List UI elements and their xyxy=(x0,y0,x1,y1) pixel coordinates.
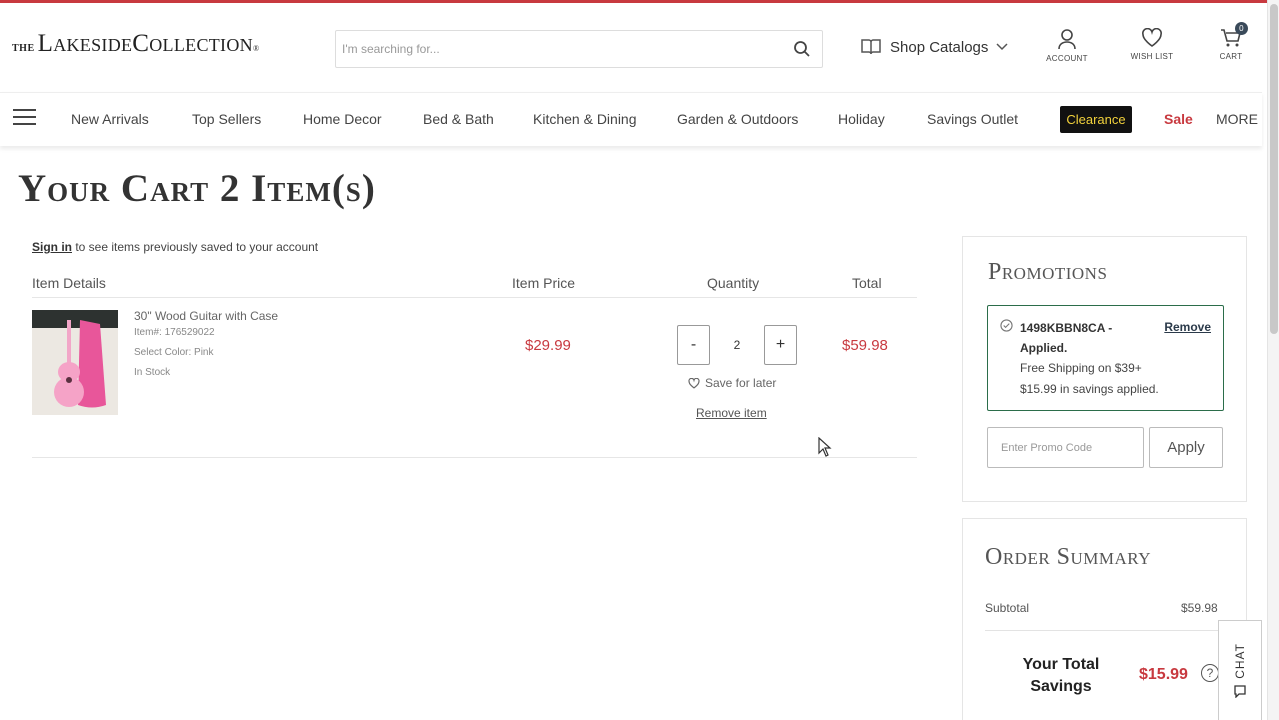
remove-item-link[interactable]: Remove item xyxy=(696,406,767,420)
search-bar xyxy=(335,30,823,68)
subtotal-label: Subtotal xyxy=(985,601,1030,615)
cart-label: CART xyxy=(1219,52,1243,61)
header-quantity: Quantity xyxy=(707,275,760,291)
product-item-number: Item#: 176529022 xyxy=(134,327,215,338)
promo-code: 1498KBBN8CA - Applied. xyxy=(1020,321,1113,355)
quantity-decrease-button[interactable]: - xyxy=(677,325,710,365)
page-scrollbar[interactable] xyxy=(1267,0,1279,720)
nav-clearance[interactable]: Clearance xyxy=(1060,106,1132,133)
shop-catalogs-button[interactable]: Shop Catalogs xyxy=(860,38,1008,56)
chat-button[interactable]: CHAT xyxy=(1218,620,1262,720)
nav-more[interactable]: MORE xyxy=(1216,111,1258,127)
mouse-cursor-icon xyxy=(818,437,832,457)
nav-sale[interactable]: Sale xyxy=(1164,111,1193,127)
nav-holiday[interactable]: Holiday xyxy=(838,111,885,127)
apply-promo-button[interactable]: Apply xyxy=(1149,427,1223,468)
quantity-stepper: - 2 + xyxy=(677,325,797,365)
promo-detail-shipping: Free Shipping on $39+ xyxy=(1020,361,1142,375)
nav-new-arrivals[interactable]: New Arrivals xyxy=(71,111,149,127)
total-savings-value: $15.99 xyxy=(1139,666,1188,683)
product-image[interactable] xyxy=(32,310,118,415)
cart-button[interactable]: 0 CART xyxy=(1201,22,1261,61)
chat-bubble-icon xyxy=(1234,685,1246,699)
account-button[interactable]: ACCOUNT xyxy=(1037,28,1097,63)
check-circle-icon xyxy=(1000,319,1013,332)
total-savings-label: Your Total Savings xyxy=(1022,656,1100,695)
quantity-value[interactable]: 2 xyxy=(710,338,764,352)
site-logo[interactable]: THE LakesideCollection ® xyxy=(12,30,259,70)
top-accent-bar xyxy=(0,0,1279,3)
summary-divider xyxy=(985,630,1225,631)
user-icon xyxy=(1058,29,1076,50)
chevron-down-icon xyxy=(996,43,1008,51)
signin-text: to see items previously saved to your ac… xyxy=(72,240,319,254)
header-item-details: Item Details xyxy=(32,275,106,291)
heart-icon xyxy=(688,377,700,389)
product-name[interactable]: 30" Wood Guitar with Case xyxy=(134,309,278,323)
search-input[interactable] xyxy=(336,31,782,67)
logo-registered: ® xyxy=(252,44,260,53)
promo-remove-link[interactable]: Remove xyxy=(1164,320,1211,334)
table-divider xyxy=(32,297,917,298)
header-item-price: Item Price xyxy=(512,275,576,291)
account-label: ACCOUNT xyxy=(1046,54,1088,63)
promo-code-input[interactable] xyxy=(987,427,1144,468)
nav-bed-bath[interactable]: Bed & Bath xyxy=(423,111,494,127)
page-title: Your Cart 2 Item(s) xyxy=(18,167,376,210)
signin-prompt: Sign in to see items previously saved to… xyxy=(32,240,318,254)
nav-top-sellers[interactable]: Top Sellers xyxy=(192,111,261,127)
item-price: $29.99 xyxy=(525,337,571,354)
item-total: $59.98 xyxy=(842,337,888,354)
order-summary-title: Order Summary xyxy=(985,544,1151,570)
promo-detail-savings: $15.99 in savings applied. xyxy=(1020,382,1159,396)
logo-name: LakesideCollection xyxy=(37,30,253,57)
item-divider xyxy=(32,457,917,458)
save-for-later-button[interactable]: Save for later xyxy=(688,376,776,390)
heart-icon xyxy=(1142,28,1162,47)
cart-count-badge: 0 xyxy=(1235,22,1248,35)
nav-garden-outdoors[interactable]: Garden & Outdoors xyxy=(677,111,798,127)
help-icon[interactable]: ? xyxy=(1201,664,1219,682)
nav-savings-outlet[interactable]: Savings Outlet xyxy=(927,111,1018,127)
shop-catalogs-label: Shop Catalogs xyxy=(890,38,989,56)
hamburger-menu-icon[interactable] xyxy=(13,109,36,127)
chat-label: CHAT xyxy=(1233,642,1247,679)
scrollbar-thumb[interactable] xyxy=(1270,4,1278,334)
quantity-increase-button[interactable]: + xyxy=(764,325,797,365)
promotions-panel: Promotions 1498KBBN8CA - Applied. Free S… xyxy=(962,236,1247,502)
save-for-later-label: Save for later xyxy=(705,376,777,390)
order-summary-panel: Order Summary Subtotal $59.98 Your Total… xyxy=(962,518,1247,720)
subtotal-value: $59.98 xyxy=(1181,601,1218,615)
promotions-title: Promotions xyxy=(988,259,1108,285)
nav-home-decor[interactable]: Home Decor xyxy=(303,111,382,127)
signin-link[interactable]: Sign in xyxy=(32,240,72,254)
product-stock-status: In Stock xyxy=(134,367,171,378)
header-total: Total xyxy=(852,275,882,291)
wishlist-button[interactable]: WISH LIST xyxy=(1122,28,1182,61)
product-color: Select Color: Pink xyxy=(134,347,214,358)
logo-the: THE xyxy=(12,43,35,54)
wishlist-label: WISH LIST xyxy=(1130,52,1174,61)
nav-kitchen-dining[interactable]: Kitchen & Dining xyxy=(533,111,637,127)
book-icon xyxy=(861,39,881,55)
search-icon[interactable] xyxy=(782,31,822,67)
applied-promo-box: 1498KBBN8CA - Applied. Free Shipping on … xyxy=(987,305,1224,411)
